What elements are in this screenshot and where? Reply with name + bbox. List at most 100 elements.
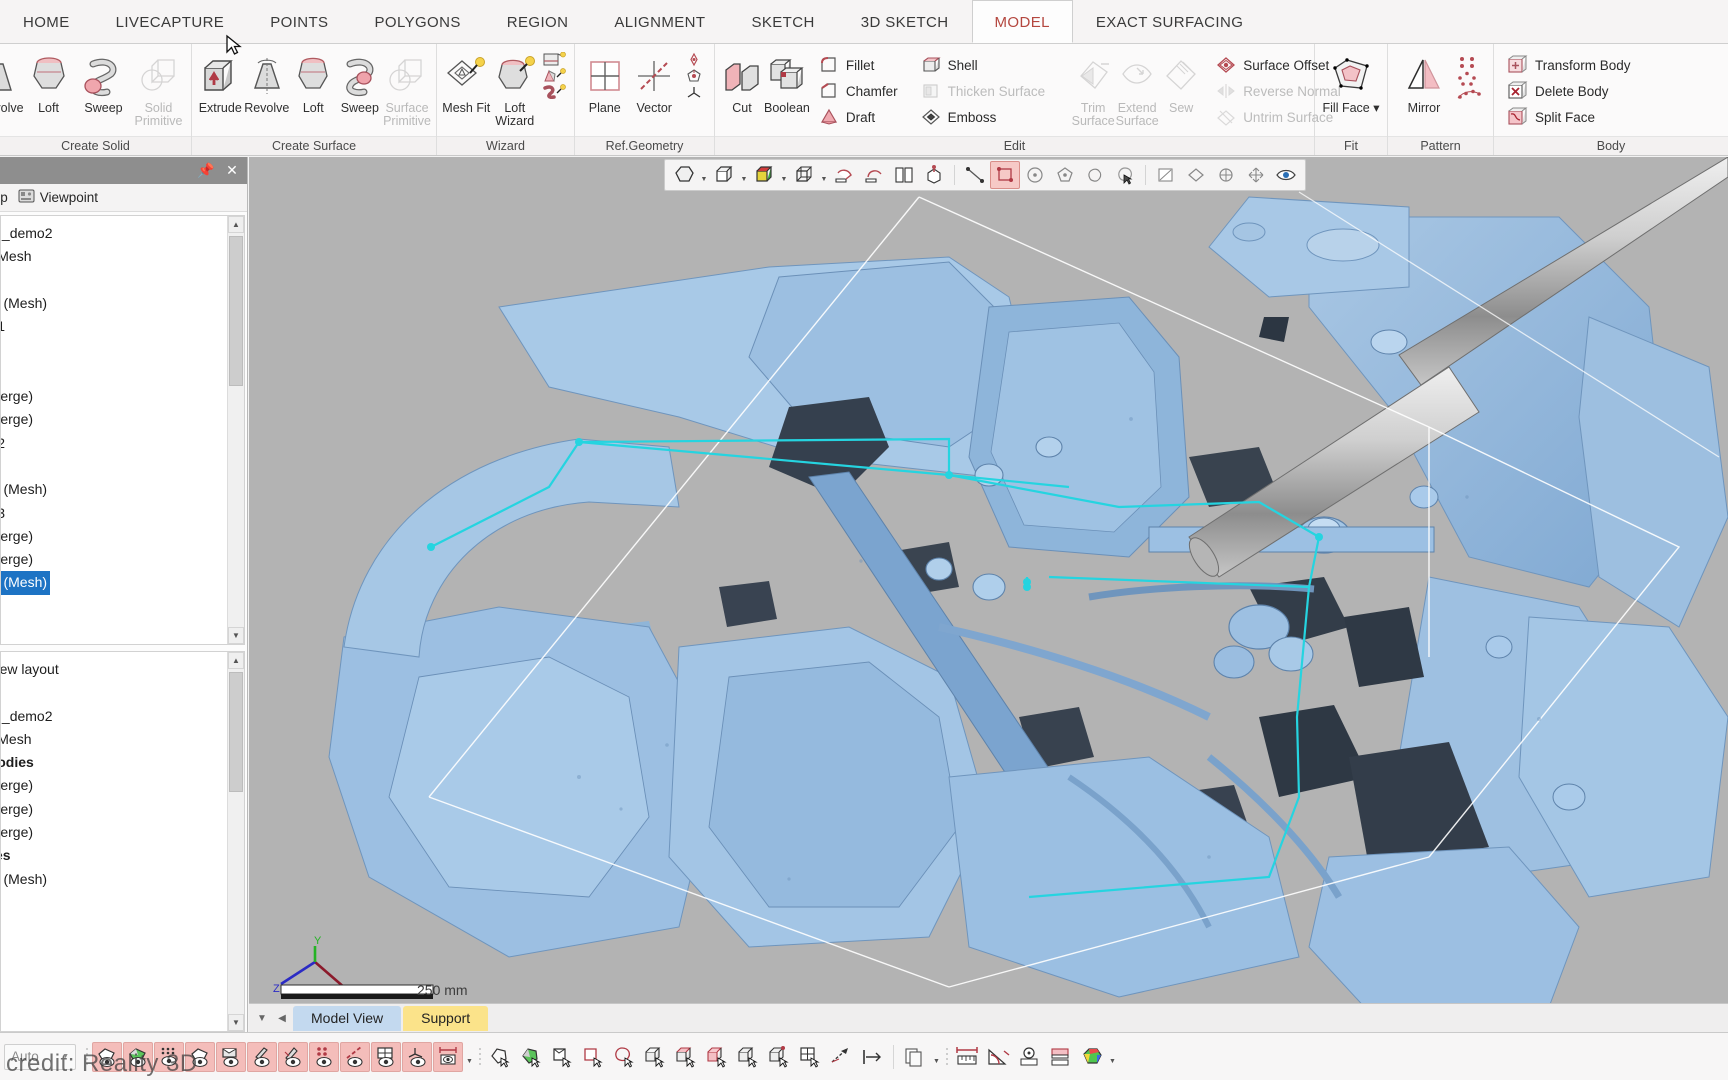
snap-icon[interactable]	[857, 1042, 887, 1072]
feature-tree-item[interactable]: Meshes	[1, 681, 244, 704]
model-tree-item[interactable]: Loft1 (Merge)	[1, 385, 244, 408]
select-paint-icon[interactable]	[1151, 161, 1181, 189]
measure-caret-icon[interactable]: ▼	[1107, 1042, 1118, 1072]
ribbon-tab-region[interactable]: REGION	[484, 0, 592, 43]
ribbon-item-shell[interactable]: Shell	[916, 53, 1050, 77]
wireframe-mode-icon[interactable]	[709, 161, 739, 189]
filter-loop-icon[interactable]	[609, 1042, 639, 1072]
bounding-box-caret-icon[interactable]: ▼	[819, 161, 829, 189]
select-polygon-icon[interactable]	[1050, 161, 1080, 189]
measure-angle-icon[interactable]	[983, 1042, 1013, 1072]
filter-body-icon[interactable]	[640, 1042, 670, 1072]
feature-tree-item[interactable]: Loft2 (Merge)	[1, 774, 244, 797]
ribbon-button-solid-sweep[interactable]: Sweep	[76, 50, 131, 115]
toolbar-grip-3[interactable]	[943, 1045, 951, 1069]
copy-icon[interactable]	[900, 1042, 930, 1072]
ribbon-item-draft[interactable]: Draft	[814, 105, 902, 129]
ribbon-button-surface-loft[interactable]: Loft	[290, 50, 337, 115]
select-move-icon[interactable]	[1241, 161, 1271, 189]
show-colored-mesh-icon[interactable]	[123, 1041, 153, 1072]
deviation-color-icon[interactable]	[1076, 1042, 1106, 1072]
feature-tree-item[interactable]: Sketch1 (Mesh)	[1, 868, 244, 891]
model-tree-scrollbar[interactable]: ▲ ▼	[227, 216, 244, 644]
model-tree-item[interactable]: Extrude2	[1, 432, 244, 455]
filter-solid-side-icon[interactable]	[702, 1042, 732, 1072]
select-lasso-icon[interactable]	[1110, 161, 1140, 189]
model-tree-item[interactable]: Plane3	[1, 455, 244, 478]
linear-pattern-icon[interactable]	[1455, 55, 1485, 70]
ribbon-tab-alignment[interactable]: ALIGNMENT	[591, 0, 728, 43]
ribbon-button-solid-revolve[interactable]: Revolve	[0, 50, 24, 115]
ribbon-item-chamfer[interactable]: Chamfer	[814, 79, 902, 103]
section-front-icon[interactable]	[829, 161, 859, 189]
filter-vertex-icon[interactable]	[764, 1042, 794, 1072]
coordinate-icon[interactable]	[679, 84, 709, 99]
prev-tab-icon[interactable]: ◀	[273, 1013, 291, 1024]
ribbon-button-surface-revolve[interactable]: Revolve	[244, 50, 291, 115]
ribbon-button-loft-wizard[interactable]: Loft Wizard	[491, 50, 540, 128]
scroll-down-arrow[interactable]: ▼	[228, 627, 244, 644]
circular-pattern-icon[interactable]	[1455, 71, 1485, 86]
filter-solid-top-icon[interactable]	[671, 1042, 701, 1072]
model-tree-item[interactable]: Plane2	[1, 338, 244, 361]
feature-tree-item[interactable]: Loft4 (Merge)	[1, 821, 244, 844]
view-tab-support[interactable]: Support	[403, 1005, 489, 1031]
ribbon-tab-exact-surfacing[interactable]: EXACT SURFACING	[1073, 0, 1266, 43]
feature-tree-item[interactable]: Loft3 (Merge)	[1, 798, 244, 821]
ribbon-tab-home[interactable]: HOME	[0, 0, 93, 43]
show-surface-icon[interactable]	[216, 1041, 246, 1072]
scroll-thumb-2[interactable]	[229, 672, 243, 792]
color-mode-icon[interactable]	[749, 161, 779, 189]
show-dimension-icon[interactable]	[433, 1041, 463, 1072]
ribbon-button-sew[interactable]: Sew	[1159, 50, 1203, 115]
ribbon-button-mesh-fit[interactable]: Mesh Fit	[442, 50, 491, 115]
clipboard-caret-icon[interactable]: ▼	[931, 1042, 942, 1072]
shaded-mode-icon[interactable]	[669, 161, 699, 189]
model-tree-item[interactable]: Sketch2	[1, 362, 244, 385]
wireframe-mode-caret-icon[interactable]: ▼	[739, 161, 749, 189]
section-top-icon[interactable]	[859, 161, 889, 189]
feature-tree-panel[interactable]: demo_new layoutMeshescar scan_demo2Copie…	[0, 651, 245, 1032]
toolbar-grip-2[interactable]	[476, 1045, 484, 1069]
color-mode-caret-icon[interactable]: ▼	[779, 161, 789, 189]
scroll-up-arrow[interactable]: ▲	[228, 216, 244, 233]
bounding-box-icon[interactable]	[789, 161, 819, 189]
ribbon-item-fillet[interactable]: Fillet	[814, 53, 902, 77]
select-region-icon[interactable]	[1181, 161, 1211, 189]
show-ref-vector-icon[interactable]	[340, 1041, 370, 1072]
display-toggles-caret-icon[interactable]: ▼	[464, 1042, 475, 1072]
visibility-eye-icon[interactable]	[1271, 161, 1301, 189]
ribbon-button-boolean[interactable]: Boolean	[764, 50, 810, 115]
show-solid-icon[interactable]	[185, 1041, 215, 1072]
model-tree-item[interactable]: car scan_demo2	[1, 222, 244, 245]
select-line-icon[interactable]	[960, 161, 990, 189]
ribbon-tab-sketch[interactable]: SKETCH	[728, 0, 837, 43]
feature-tree-item[interactable]: Sketches	[1, 844, 244, 867]
show-3d-sketch-icon[interactable]	[278, 1041, 308, 1072]
panel-menu-viewpoint[interactable]: Viewpoint	[18, 189, 98, 206]
filter-edge-icon[interactable]	[733, 1042, 763, 1072]
show-mesh-icon[interactable]	[92, 1041, 122, 1072]
select-freeform-icon[interactable]	[1080, 161, 1110, 189]
model-tree-panel[interactable]: car scan_demo2Copied MeshPlane1Sketch1 (…	[0, 215, 245, 645]
feature-tree-item[interactable]: demo_new layout	[1, 658, 244, 681]
model-tree-item[interactable]: Sketch4 (Mesh)	[1, 571, 51, 595]
dropdown-caret-icon[interactable]: ▼	[253, 1013, 271, 1024]
curve-pattern-icon[interactable]	[1455, 87, 1485, 102]
model-tree-item[interactable]: Loft4 (Merge)	[1, 548, 244, 571]
select-feature-icon[interactable]	[1211, 161, 1241, 189]
filter-face-icon[interactable]	[578, 1042, 608, 1072]
ribbon-tab-polygons[interactable]: POLYGONS	[351, 0, 483, 43]
model-tree-item[interactable]: Sketch3 (Mesh)	[1, 478, 244, 501]
feature-tree-scrollbar[interactable]: ▲ ▼	[227, 652, 244, 1031]
ribbon-button-vector[interactable]: Vector	[630, 50, 680, 115]
close-icon[interactable]: ✕	[223, 162, 241, 179]
auto-surface-icon[interactable]	[539, 51, 569, 67]
show-ref-point-icon[interactable]	[309, 1041, 339, 1072]
feature-tree-item[interactable]: car scan_demo2	[1, 705, 244, 728]
ribbon-item-thicken-surface[interactable]: Thicken Surface	[916, 79, 1050, 103]
model-tree-item[interactable]: Plane1	[1, 269, 244, 292]
polygon-point-icon[interactable]	[679, 68, 709, 83]
scroll-down-arrow-2[interactable]: ▼	[228, 1014, 244, 1031]
ribbon-button-extrude[interactable]: Extrude	[197, 34, 244, 115]
